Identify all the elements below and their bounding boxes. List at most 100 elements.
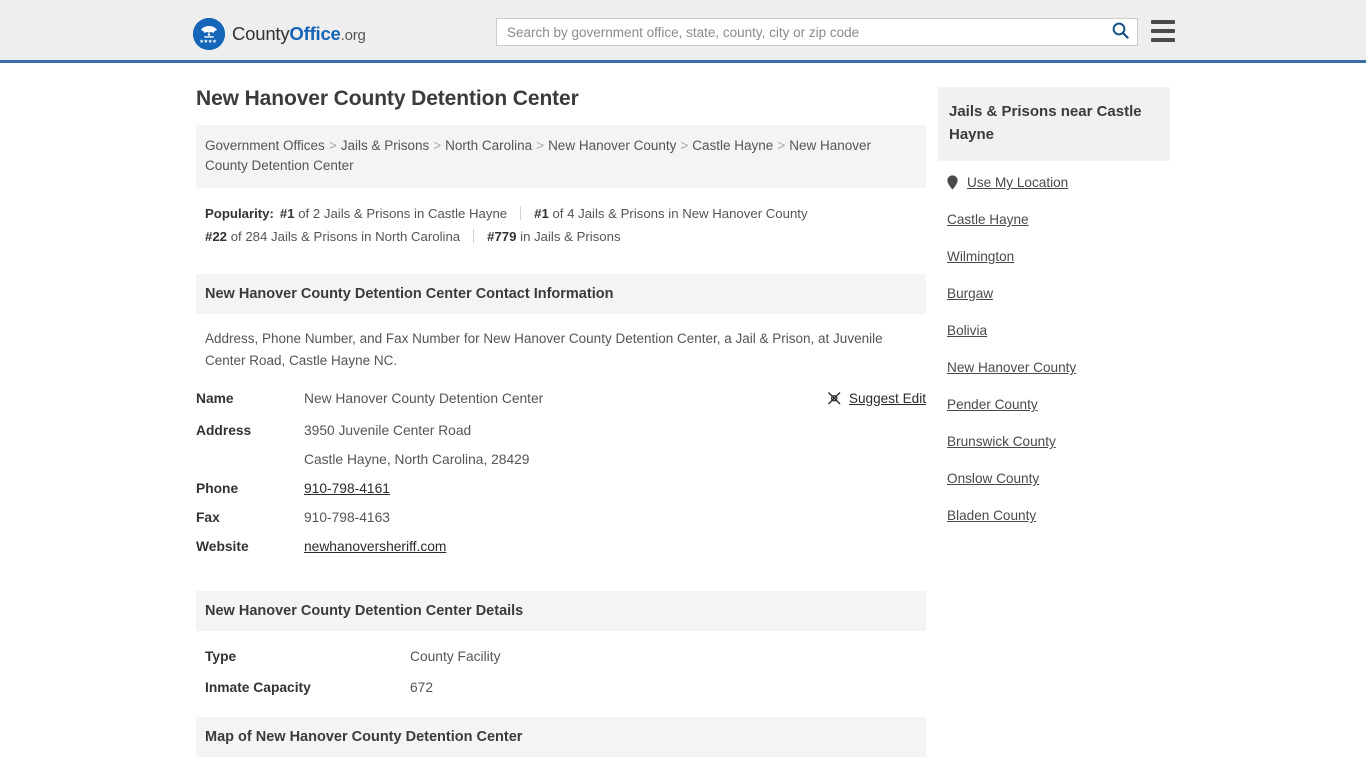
logo-wordmark: CountyOffice.org <box>232 22 366 44</box>
label-name: Name <box>196 391 234 406</box>
hamburger-bar-1 <box>1151 20 1175 24</box>
phone-link[interactable]: 910-798-4161 <box>304 481 390 496</box>
hamburger-menu-icon[interactable] <box>1151 20 1175 42</box>
table-row: Fax 910-798-4163 <box>196 503 926 532</box>
label-type: Type <box>205 649 237 664</box>
value-phone: 910-798-4161 <box>304 474 744 503</box>
popularity-label: Popularity: <box>205 206 274 221</box>
value-type: County Facility <box>410 649 501 664</box>
site-header: CountyOffice.org <box>0 0 1366 63</box>
popularity-text-2: of 284 Jails & Prisons in North Carolina <box>230 229 461 244</box>
sidebar-link-label[interactable]: Castle Hayne <box>947 212 1029 227</box>
main-content: New Hanover County Detention Center Gove… <box>196 87 926 768</box>
breadcrumb-item-4[interactable]: Castle Hayne <box>692 138 773 153</box>
popularity-text-0: of 2 Jails & Prisons in Castle Hayne <box>298 206 508 221</box>
sidebar-item-bolivia[interactable]: Bolivia <box>947 323 1170 338</box>
popularity-item-2: #22 of 284 Jails & Prisons in North Caro… <box>205 229 460 244</box>
breadcrumb: Government Offices > Jails & Prisons > North… <box>196 125 926 188</box>
details-section-heading: New Hanover County Detention Center Deta… <box>196 591 926 631</box>
hamburger-bar-2 <box>1151 29 1175 33</box>
search-button[interactable] <box>1103 19 1137 45</box>
sidebar-item-burgaw[interactable]: Burgaw <box>947 286 1170 301</box>
sidebar-heading: Jails & Prisons near Castle Hayne <box>938 87 1170 161</box>
sidebar-link-label[interactable]: Burgaw <box>947 286 993 301</box>
logo-text-office: Office <box>289 22 341 44</box>
map-section-heading: Map of New Hanover County Detention Cent… <box>196 717 926 757</box>
site-logo[interactable]: CountyOffice.org <box>193 18 366 50</box>
logo-text-org: .org <box>340 26 366 44</box>
popularity-divider <box>473 229 475 243</box>
value-website: newhanoversheriff.com <box>304 532 744 561</box>
label-phone: Phone <box>196 481 239 496</box>
breadcrumb-separator: > <box>777 138 786 153</box>
table-row: Website newhanoversheriff.com <box>196 532 926 561</box>
breadcrumb-item-0[interactable]: Government Offices <box>205 138 325 153</box>
sidebar-item-use-my-location[interactable]: Use My Location <box>947 175 1170 190</box>
sidebar-link-label[interactable]: Brunswick County <box>947 434 1056 449</box>
value-fax: 910-798-4163 <box>304 510 390 525</box>
label-website: Website <box>196 539 249 554</box>
details-table: Type County Facility Inmate Capacity 672 <box>196 641 926 703</box>
breadcrumb-separator: > <box>680 138 689 153</box>
sidebar-item-bladen-county[interactable]: Bladen County <box>947 508 1170 523</box>
contact-info-table: Name New Hanover County Detention Center… <box>196 384 926 561</box>
breadcrumb-item-1[interactable]: Jails & Prisons <box>341 138 430 153</box>
sidebar-link-label[interactable]: Bolivia <box>947 323 987 338</box>
page-title: New Hanover County Detention Center <box>196 87 579 110</box>
breadcrumb-item-3[interactable]: New Hanover County <box>548 138 676 153</box>
value-name: New Hanover County Detention Center <box>304 391 544 406</box>
table-row: Type County Facility <box>196 641 926 672</box>
sidebar: Jails & Prisons near Castle Hayne Use My… <box>938 87 1170 545</box>
suggest-edit-cell: Suggest Edit <box>744 384 926 416</box>
hamburger-bar-3 <box>1151 38 1175 42</box>
breadcrumb-item-2[interactable]: North Carolina <box>445 138 532 153</box>
map-description: View map of New Hanover County Detention… <box>196 757 926 768</box>
value-address-line1: 3950 Juvenile Center Road <box>304 423 472 438</box>
search-bar[interactable] <box>496 18 1138 46</box>
sidebar-link-label[interactable]: Wilmington <box>947 249 1014 264</box>
sidebar-item-onslow-county[interactable]: Onslow County <box>947 471 1170 486</box>
table-row: Castle Hayne, North Carolina, 28429 <box>196 445 926 474</box>
label-address-empty <box>196 445 304 474</box>
use-my-location-link[interactable]: Use My Location <box>967 175 1068 190</box>
sidebar-link-label[interactable]: Onslow County <box>947 471 1039 486</box>
sidebar-link-label[interactable]: New Hanover County <box>947 360 1076 375</box>
website-link[interactable]: newhanoversheriff.com <box>304 539 446 554</box>
search-icon <box>1112 22 1129 42</box>
label-address: Address <box>196 423 252 438</box>
popularity-item-0: #1 of 2 Jails & Prisons in Castle Hayne <box>280 206 507 221</box>
popularity-item-1: #1 of 4 Jails & Prisons in New Hanover C… <box>534 206 807 221</box>
edit-pencil-icon <box>827 391 842 406</box>
suggest-edit-label: Suggest Edit <box>848 391 926 406</box>
sidebar-item-new-hanover-county[interactable]: New Hanover County <box>947 360 1170 375</box>
popularity-text-3: in Jails & Prisons <box>520 229 621 244</box>
sidebar-item-castle-hayne[interactable]: Castle Hayne <box>947 212 1170 227</box>
sidebar-link-label[interactable]: Bladen County <box>947 508 1036 523</box>
table-row: Phone 910-798-4161 <box>196 474 926 503</box>
sidebar-link-label[interactable]: Pender County <box>947 397 1038 412</box>
contact-section-heading: New Hanover County Detention Center Cont… <box>196 274 926 314</box>
table-row: Inmate Capacity 672 <box>196 672 926 703</box>
logo-text-county: County <box>232 22 290 44</box>
label-inmate-capacity: Inmate Capacity <box>205 680 311 695</box>
suggest-edit-button[interactable]: Suggest Edit <box>827 391 926 406</box>
sidebar-item-pender-county[interactable]: Pender County <box>947 397 1170 412</box>
breadcrumb-separator: > <box>328 138 337 153</box>
table-row: Address 3950 Juvenile Center Road <box>196 416 926 445</box>
popularity-section: Popularity: #1 of 2 Jails & Prisons in Ca… <box>196 188 926 258</box>
sidebar-link-list: Use My Location Castle Hayne Wilmington … <box>938 161 1170 523</box>
popularity-item-3: #779 in Jails & Prisons <box>487 229 620 244</box>
breadcrumb-separator: > <box>536 138 545 153</box>
popularity-rank-1: #1 <box>534 206 549 221</box>
popularity-rank-2: #22 <box>205 229 228 244</box>
label-fax: Fax <box>196 510 220 525</box>
popularity-rank-0: #1 <box>279 206 295 221</box>
sidebar-item-brunswick-county[interactable]: Brunswick County <box>947 434 1170 449</box>
sidebar-item-wilmington[interactable]: Wilmington <box>947 249 1170 264</box>
map-pin-icon <box>947 175 958 190</box>
table-row: Name New Hanover County Detention Center… <box>196 384 926 416</box>
contact-description: Address, Phone Number, and Fax Number fo… <box>205 331 883 368</box>
value-inmate-capacity: 672 <box>410 680 434 695</box>
search-input[interactable] <box>497 19 1103 45</box>
breadcrumb-separator: > <box>433 138 442 153</box>
